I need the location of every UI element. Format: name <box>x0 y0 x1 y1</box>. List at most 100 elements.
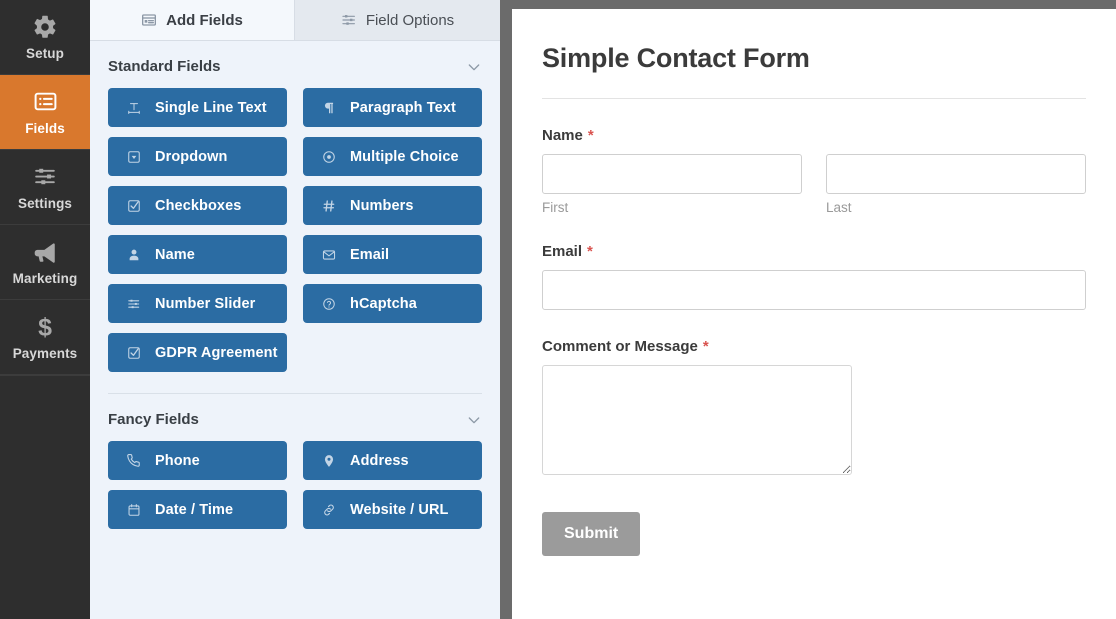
chevron-down-icon[interactable] <box>466 59 482 75</box>
calendar-icon <box>126 503 141 517</box>
name-first-column: First <box>542 154 802 215</box>
submit-row: Submit <box>542 512 1086 576</box>
field-button-label: Single Line Text <box>155 99 267 116</box>
field-button-label: Address <box>350 452 409 469</box>
user-icon <box>126 248 141 262</box>
form-field-comment[interactable]: Comment or Message * <box>542 338 1086 480</box>
form-field-email[interactable]: Email * <box>542 243 1086 310</box>
caret-square-down-icon <box>126 150 141 164</box>
form-field-name[interactable]: Name * First Last <box>542 127 1086 215</box>
field-button-label: Checkboxes <box>155 197 242 214</box>
map-marker-icon <box>321 454 336 468</box>
field-button-phone[interactable]: Phone <box>108 441 287 480</box>
field-label-text: Name <box>542 127 583 144</box>
sidebar-item-label: Fields <box>25 120 65 136</box>
field-button-label: Paragraph Text <box>350 99 456 116</box>
radio-circle-icon <box>321 150 336 164</box>
field-button-label: Email <box>350 246 390 263</box>
name-last-input[interactable] <box>826 154 1086 194</box>
gear-icon <box>32 14 58 40</box>
required-indicator: * <box>587 243 593 260</box>
primary-sidebar: Setup Fields Settings Marketing $ Paymen… <box>0 0 90 619</box>
field-label-email: Email * <box>542 243 1086 260</box>
panel-tab-bar: Add Fields Field Options <box>90 0 500 41</box>
field-button-label: hCaptcha <box>350 295 417 312</box>
check-square-icon <box>126 346 141 360</box>
form-preview: Simple Contact Form Name * First Last Em… <box>512 9 1116 619</box>
field-button-label: Date / Time <box>155 501 234 518</box>
sidebar-item-setup[interactable]: Setup <box>0 0 90 75</box>
section-header-standard-fields[interactable]: Standard Fields <box>108 41 482 88</box>
name-columns: First Last <box>542 154 1086 215</box>
sidebar-item-payments[interactable]: $ Payments <box>0 300 90 375</box>
field-label-text: Comment or Message <box>542 338 698 355</box>
submit-button[interactable]: Submit <box>542 512 641 556</box>
fancy-fields-grid: Phone Address Date / Time Website / URL <box>108 441 482 529</box>
sidebar-filler <box>0 375 90 619</box>
field-button-hcaptcha[interactable]: hCaptcha <box>303 284 482 323</box>
sidebar-item-label: Payments <box>12 345 78 361</box>
title-divider <box>542 98 1086 99</box>
field-button-label: Phone <box>155 452 200 469</box>
phone-icon <box>126 453 141 468</box>
page-title: Simple Contact Form <box>542 43 810 73</box>
sidebar-item-fields[interactable]: Fields <box>0 75 90 150</box>
sliders-icon <box>126 297 141 311</box>
envelope-icon <box>321 248 336 262</box>
name-last-column: Last <box>826 154 1086 215</box>
email-input[interactable] <box>542 270 1086 310</box>
field-button-date-time[interactable]: Date / Time <box>108 490 287 529</box>
field-options-icon <box>341 12 357 28</box>
text-width-icon <box>126 101 141 115</box>
check-square-icon <box>126 199 141 213</box>
sidebar-item-label: Settings <box>17 195 73 211</box>
form-preview-container: Simple Contact Form Name * First Last Em… <box>500 0 1116 619</box>
tab-label: Field Options <box>365 11 455 29</box>
required-indicator: * <box>702 338 709 355</box>
paragraph-icon <box>321 101 336 115</box>
field-label-comment: Comment or Message * <box>542 338 1086 355</box>
field-button-paragraph-text[interactable]: Paragraph Text <box>303 88 482 127</box>
field-button-label: Multiple Choice <box>350 148 459 165</box>
name-last-sublabel: Last <box>826 200 852 215</box>
list-icon <box>32 89 58 115</box>
svg-text:$: $ <box>38 314 52 340</box>
sidebar-item-settings[interactable]: Settings <box>0 150 90 225</box>
field-button-checkboxes[interactable]: Checkboxes <box>108 186 287 225</box>
name-first-input[interactable] <box>542 154 802 194</box>
field-button-dropdown[interactable]: Dropdown <box>108 137 287 176</box>
fields-list: Standard Fields Single Line Text Paragra… <box>90 41 500 619</box>
link-icon <box>321 503 336 517</box>
field-button-address[interactable]: Address <box>303 441 482 480</box>
form-builder-app: Setup Fields Settings Marketing $ Paymen… <box>0 0 1116 619</box>
field-button-email[interactable]: Email <box>303 235 482 274</box>
tab-label: Add Fields <box>166 11 243 29</box>
section-header-fancy-fields[interactable]: Fancy Fields <box>108 394 482 441</box>
sliders-icon <box>32 164 58 190</box>
comment-textarea[interactable] <box>542 365 853 475</box>
field-label-text: Email <box>542 243 583 260</box>
tab-field-options[interactable]: Field Options <box>295 0 500 40</box>
field-button-name[interactable]: Name <box>108 235 287 274</box>
field-button-label: Name <box>155 246 195 263</box>
field-button-website-url[interactable]: Website / URL <box>303 490 482 529</box>
field-button-label: Numbers <box>350 197 414 214</box>
sidebar-item-label: Setup <box>25 45 64 61</box>
standard-fields-grid: Single Line Text Paragraph Text Dropdown… <box>108 88 482 372</box>
field-button-single-line-text[interactable]: Single Line Text <box>108 88 287 127</box>
field-button-numbers[interactable]: Numbers <box>303 186 482 225</box>
dollar-icon: $ <box>32 314 58 340</box>
sidebar-item-marketing[interactable]: Marketing <box>0 225 90 300</box>
field-button-number-slider[interactable]: Number Slider <box>108 284 287 323</box>
field-button-multiple-choice[interactable]: Multiple Choice <box>303 137 482 176</box>
sidebar-item-label: Marketing <box>12 270 78 286</box>
field-button-gdpr-agreement[interactable]: GDPR Agreement <box>108 333 287 372</box>
add-fields-icon <box>141 12 157 28</box>
tab-add-fields[interactable]: Add Fields <box>90 0 295 40</box>
required-indicator: * <box>587 127 594 144</box>
chevron-down-icon[interactable] <box>466 412 482 428</box>
fields-panel: Add Fields Field Options Standard Fields… <box>90 0 500 619</box>
megaphone-icon <box>32 239 58 265</box>
section-title: Standard Fields <box>108 58 221 75</box>
field-button-label: Number Slider <box>155 295 256 312</box>
